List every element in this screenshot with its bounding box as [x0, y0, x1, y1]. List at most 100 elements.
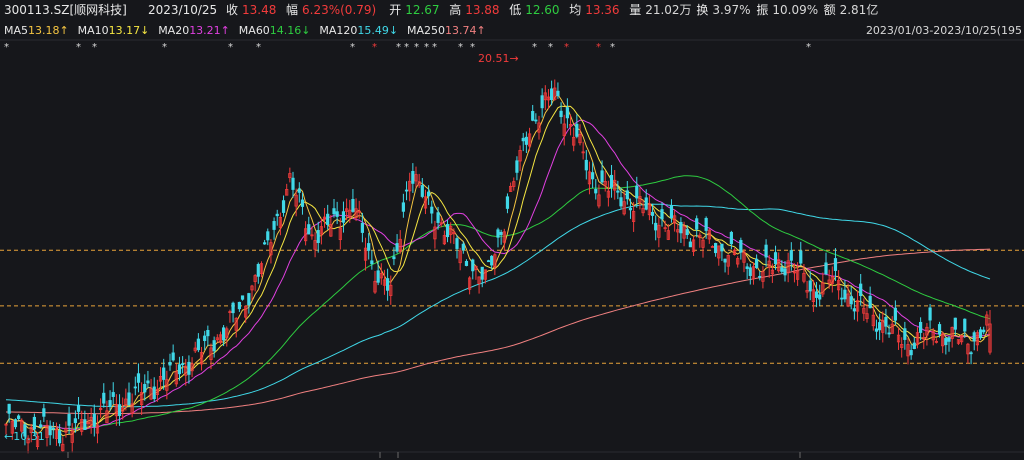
- date-range: 2023/01/03-2023/10/25(195: [866, 24, 1022, 37]
- event-star: *: [806, 42, 811, 53]
- quote-value: 12.60: [525, 3, 559, 17]
- quote-label: 量: [629, 3, 641, 17]
- candle-body: [480, 266, 484, 280]
- candle-body: [852, 308, 856, 312]
- candle-body: [963, 318, 967, 332]
- quote-label: 开: [389, 3, 401, 17]
- ma-legend-value: 13.21↑: [189, 24, 230, 37]
- candle-body: [177, 364, 182, 375]
- candle-body: [814, 291, 819, 298]
- quote-value: 13.48: [242, 3, 276, 17]
- candle-body: [39, 424, 43, 428]
- quote-label: 换: [696, 3, 708, 17]
- candle-body: [401, 202, 405, 212]
- candle-body: [660, 209, 664, 220]
- ma-legend-value: 13.17↓: [109, 24, 150, 37]
- candle-body: [884, 316, 888, 327]
- candle-body: [266, 231, 270, 241]
- candle-body: [499, 231, 503, 235]
- candle-body: [102, 392, 106, 404]
- candle-body: [291, 177, 295, 190]
- candle-body: [187, 361, 191, 375]
- candle-body: [420, 185, 424, 197]
- quote-label: 均: [569, 3, 581, 17]
- candle-body: [704, 217, 708, 231]
- candle-body: [395, 243, 399, 252]
- candle-body: [818, 294, 822, 300]
- candlestick-chart[interactable]: 300113.SZ[顺网科技] 2023/10/25 收 13.48 幅 6.23%(…: [0, 0, 1024, 460]
- quote-value: 13.36: [585, 3, 619, 17]
- event-star: *: [256, 42, 261, 53]
- candle-body: [427, 191, 431, 197]
- candle-body: [275, 213, 279, 217]
- event-star: *: [532, 42, 537, 53]
- event-star: *: [228, 42, 233, 53]
- candle-body: [146, 380, 150, 384]
- candle-body: [505, 196, 510, 209]
- candle-body: [739, 240, 743, 253]
- candle-body: [745, 266, 749, 269]
- candle-body: [859, 283, 863, 297]
- candle-body: [669, 205, 674, 219]
- ma-legend-value: 14.16↓: [270, 24, 311, 37]
- quote-label: 振: [756, 3, 768, 17]
- candle-body: [953, 317, 957, 330]
- candle-body: [404, 189, 409, 192]
- candle-body: [42, 408, 46, 417]
- candle-body: [367, 243, 371, 251]
- stock-symbol: 300113.SZ[顺网科技]: [4, 3, 127, 17]
- candle-body: [755, 258, 759, 269]
- quote-value: 13.88: [465, 3, 499, 17]
- quote-value: 3.97%: [712, 3, 750, 17]
- candle-body: [206, 330, 210, 337]
- candle-body: [196, 338, 200, 351]
- candle-body: [464, 260, 469, 266]
- candle-body: [887, 332, 891, 335]
- event-star: *: [414, 42, 419, 53]
- candle-body: [51, 427, 55, 430]
- event-star: *: [564, 42, 569, 53]
- quote-value: 2.81亿: [840, 2, 879, 17]
- event-star: *: [4, 42, 9, 53]
- candle-body: [969, 352, 973, 355]
- candle-body: [524, 136, 528, 145]
- candle-body: [445, 224, 450, 238]
- candle-body: [152, 386, 156, 400]
- candle-body: [136, 373, 141, 383]
- event-star: *: [404, 42, 409, 53]
- candle-body: [13, 419, 18, 428]
- candle-body: [351, 198, 355, 212]
- candle-body: [944, 338, 948, 346]
- ma-legend-name: MA10: [78, 24, 109, 37]
- candle-body: [307, 224, 311, 235]
- candle-body: [272, 221, 276, 230]
- quote-value: 10.09%: [772, 3, 818, 17]
- quote-label: 收: [226, 3, 238, 17]
- candle-body: [843, 289, 847, 300]
- candle-body: [559, 110, 563, 118]
- candle-body: [111, 392, 115, 397]
- event-star: *: [470, 42, 475, 53]
- candle-body: [773, 252, 778, 265]
- candle-body: [133, 386, 137, 389]
- candle-body: [919, 321, 923, 333]
- quote-value: 12.67: [405, 3, 439, 17]
- quote-label: 高: [449, 2, 461, 17]
- candle-body: [326, 213, 330, 225]
- candle-body: [108, 400, 112, 407]
- event-star: *: [92, 42, 97, 53]
- candle-body: [263, 242, 267, 245]
- event-star: *: [432, 42, 437, 53]
- candle-body: [584, 159, 588, 171]
- candle-body: [644, 197, 648, 210]
- ma-legend-name: MA250: [407, 24, 445, 37]
- candle-body: [256, 264, 260, 277]
- candle-body: [625, 190, 629, 200]
- candle-body: [874, 328, 879, 332]
- candle-body: [575, 123, 579, 137]
- candle-body: [540, 95, 544, 109]
- candle-body: [162, 367, 166, 380]
- candle-body: [360, 222, 364, 233]
- candle-body: [723, 258, 727, 263]
- candle-body: [212, 340, 216, 352]
